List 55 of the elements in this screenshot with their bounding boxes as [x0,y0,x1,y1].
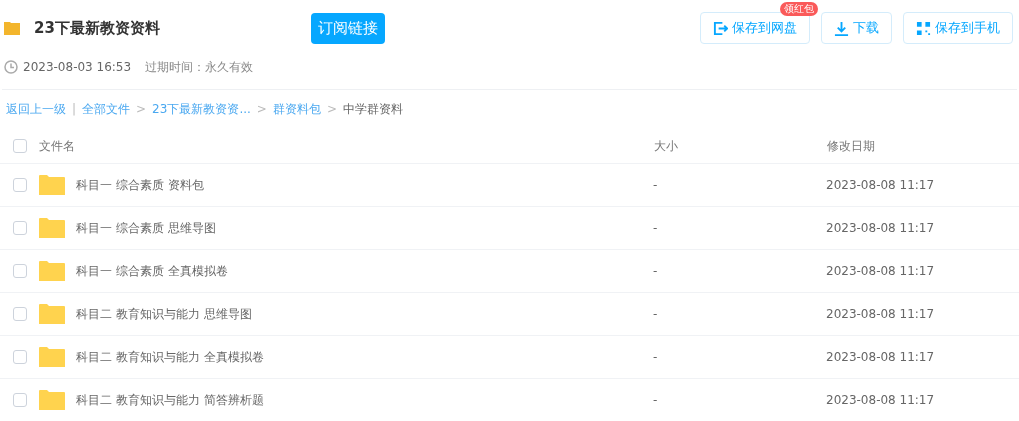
file-name[interactable]: 科目二 教育知识与能力 全真模拟卷 [76,348,653,366]
table-cell-text: 2023-08-08 11:17 [826,177,935,194]
checkbox[interactable] [13,393,27,407]
checkbox[interactable] [13,221,27,235]
share-time: 2023-08-03 16:53 [23,59,132,76]
export-icon [713,20,728,36]
breadcrumb-link[interactable]: 全部文件 [82,100,131,118]
breadcrumb-link[interactable]: 23下最新教资资... [152,100,251,118]
table-cell-text: 2023-08-08 11:17 [826,263,935,280]
folder-icon [39,260,65,282]
breadcrumb-separator: > [136,101,147,118]
phone-button[interactable]: 保存到手机 [903,12,1013,44]
share-title: 23下最新教资资料 [34,17,161,39]
download-button[interactable]: 下载 [821,12,892,44]
table-cell-text: - [653,392,659,409]
column-header: 文件名 [39,137,76,155]
folder-icon [39,217,65,239]
table-cell-text: 2023-08-08 11:17 [826,349,935,366]
table-cell-text: - [653,263,659,280]
column-header: 修改日期 [827,137,875,155]
folder-icon [39,389,65,411]
breadcrumb-link[interactable]: 群资料包 [272,100,321,118]
breadcrumb-link[interactable]: 返回上一级 [6,100,66,118]
file-name[interactable]: 科目一 综合素质 全真模拟卷 [76,262,653,280]
breadcrumb-separator: | [72,101,77,118]
table-cell-text: - [653,349,659,366]
file-name[interactable]: 科目一 综合素质 资料包 [76,176,653,194]
checkbox[interactable] [13,307,27,321]
folder-icon [39,303,65,325]
table-cell-text: - [653,177,659,194]
file-name[interactable]: 科目二 教育知识与能力 简答辨析题 [76,391,653,409]
clock-icon [4,60,18,74]
folder-icon [4,21,20,35]
breadcrumb-current: 中学群资料 [342,101,403,118]
checkbox[interactable] [13,178,27,192]
checkbox[interactable] [13,138,27,153]
download-icon [834,20,849,36]
table-cell-text: 2023-08-08 11:17 [826,392,935,409]
folder-icon [39,346,65,368]
checkbox[interactable] [13,264,27,278]
folder-icon [39,174,65,196]
subscribe-button[interactable]: 订阅链接 [311,12,385,44]
file-name[interactable]: 科目二 教育知识与能力 思维导图 [76,305,653,323]
breadcrumb-separator: > [326,101,337,118]
table-cell-text: 2023-08-08 11:17 [826,220,935,237]
checkbox[interactable] [13,350,27,364]
column-header: 大小 [654,137,679,155]
file-name[interactable]: 科目一 综合素质 思维导图 [76,219,653,237]
promo-badge: 领红包 [780,2,818,16]
table-cell-text: - [653,306,659,323]
qr-code-icon [916,20,931,36]
expiry-text: 过期时间：永久有效 [145,59,254,76]
table-cell-text: - [653,220,659,237]
table-cell-text: 2023-08-08 11:17 [826,306,935,323]
breadcrumb-separator: > [256,101,267,118]
